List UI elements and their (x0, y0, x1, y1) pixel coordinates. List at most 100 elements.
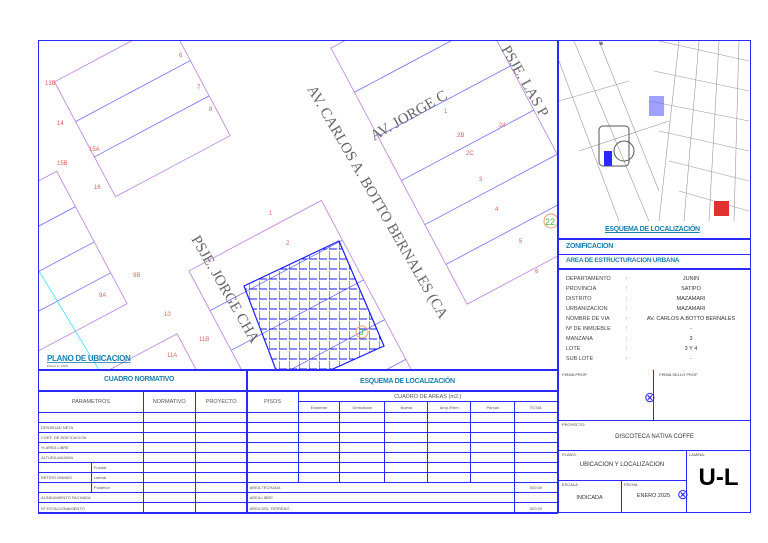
lot-number: 2 (286, 241, 290, 247)
table-cell (427, 452, 472, 463)
table-cell (194, 422, 248, 433)
table-cell: Nueva (384, 401, 429, 413)
header-cuadro-areas: CUADRO DE AREAS (m2.) (297, 391, 559, 402)
lot-number: 15B (57, 161, 68, 167)
table-cell (142, 502, 196, 514)
lot-number: 2B (457, 133, 464, 139)
table-cell (427, 422, 472, 433)
fecha-label: FECHA (624, 482, 638, 487)
table-cell: % AREA LIBRE (38, 442, 144, 453)
table-cell: - (514, 492, 558, 503)
divider (38, 369, 558, 371)
normativo-title: CUADRO NORMATIVO (104, 376, 175, 383)
table-cell (339, 422, 386, 433)
table-cell (339, 432, 386, 443)
lot-number: 11A (167, 353, 177, 359)
table-cell (339, 412, 386, 423)
table-cell (297, 472, 341, 483)
zoning-separator: : (626, 336, 628, 342)
zoning-label: DISTRITO (566, 296, 592, 302)
block-marker-label: 3 (359, 328, 364, 337)
table-cell (142, 472, 196, 483)
lot-number: 2C (466, 151, 474, 157)
zoning-row: DEPARTAMENTO: JUNIN (566, 274, 746, 284)
table-cell (339, 472, 386, 483)
zoning-separator: : (626, 346, 628, 352)
lot-number: 7 (197, 85, 201, 91)
zoning-value: MAZAMARI (676, 296, 706, 302)
zoning-title: ZONIFICACION (566, 243, 613, 250)
table-cell (194, 502, 248, 514)
table-cell (246, 432, 299, 443)
table-cell (514, 432, 558, 443)
plan-title: PLANO DE UBICACION (47, 354, 131, 363)
table-cell (194, 462, 248, 473)
zoning-label: LOTE (566, 346, 581, 352)
lot-number: 1 (269, 211, 273, 217)
project-lot-hatch (243, 240, 385, 370)
lot-number: 15A (89, 147, 100, 153)
cad-x-marker-icon: ⊗ (644, 389, 656, 405)
zoning-value: JUNIN (682, 276, 700, 282)
table-cell (297, 462, 341, 473)
table-cell (194, 432, 248, 443)
zoning-separator: : (626, 276, 628, 282)
table-cell (427, 442, 472, 453)
table-cell: Lateral (90, 472, 144, 483)
zoning-row: MANZANA: 3 (566, 334, 746, 344)
table-cell (142, 482, 196, 493)
normative-areas-table: PARAMETROS NORMATIVO PROYECTO PISOS CUADRO D… (38, 391, 559, 514)
header-normativo: NORMATIVO (142, 391, 196, 413)
table-cell (194, 472, 248, 483)
table-cell (384, 412, 429, 423)
location-map: ⊕ (559, 41, 749, 222)
table-cell (246, 422, 299, 433)
lot-number: 1 (444, 109, 448, 115)
zoning-label: DEPARTAMENTO (566, 276, 611, 282)
zoning-row: DISTRITO: MAZAMARI (566, 294, 746, 304)
table-cell: RETIRO MINIMO (38, 472, 92, 483)
zoning-label: SUB LOTE (566, 356, 594, 362)
table-cell (142, 422, 196, 433)
table-cell (142, 462, 196, 473)
table-cell (142, 492, 196, 503)
zoning-value: AV. CARLOS A.BOTTO BERNALES (646, 316, 736, 322)
lot-number: 10 (164, 312, 171, 318)
zoning-value: SATIPO (681, 286, 701, 292)
table-cell (384, 442, 429, 453)
proyecto-value: DISCOTECA NATIVA COFFE (615, 434, 694, 440)
table-cell (427, 432, 472, 443)
table-cell (142, 442, 196, 453)
block-marker-label: 22 (545, 217, 555, 227)
table-cell (38, 412, 144, 423)
svg-text:⊕: ⊕ (599, 41, 603, 47)
cad-x-marker-icon: ⊗ (677, 486, 689, 502)
table-cell (470, 422, 516, 433)
table-cell (194, 412, 248, 423)
zoning-separator: : (626, 296, 628, 302)
lot-number: 14 (57, 121, 64, 127)
table-cell (384, 452, 429, 463)
table-cell (514, 452, 558, 463)
table-cell (297, 422, 341, 433)
table-cell (514, 462, 558, 473)
table-cell (470, 452, 516, 463)
table-cell (246, 412, 299, 423)
table-cell (339, 442, 386, 453)
divider (558, 480, 686, 481)
table-cell (514, 412, 558, 423)
escala-label: ESCALA (562, 482, 578, 487)
lot-number: 16 (94, 185, 101, 191)
street-label-av-jorge: AV. JORGE C (368, 88, 450, 145)
block-outline (39, 170, 128, 361)
divider (558, 238, 751, 240)
table-cell (246, 442, 299, 453)
divider (558, 450, 751, 451)
lot-number: 24 (499, 123, 506, 129)
location-title: ESQUEMA DE LOCALIZACIÓN (605, 226, 700, 233)
street-label-psje-las: PSJE. LAS P (498, 43, 552, 120)
table-cell: Amp./Rem (427, 401, 472, 413)
table-cell (470, 462, 516, 473)
plano-value: UBICACION Y LOCALIZACION (579, 462, 665, 468)
table-cell (384, 422, 429, 433)
